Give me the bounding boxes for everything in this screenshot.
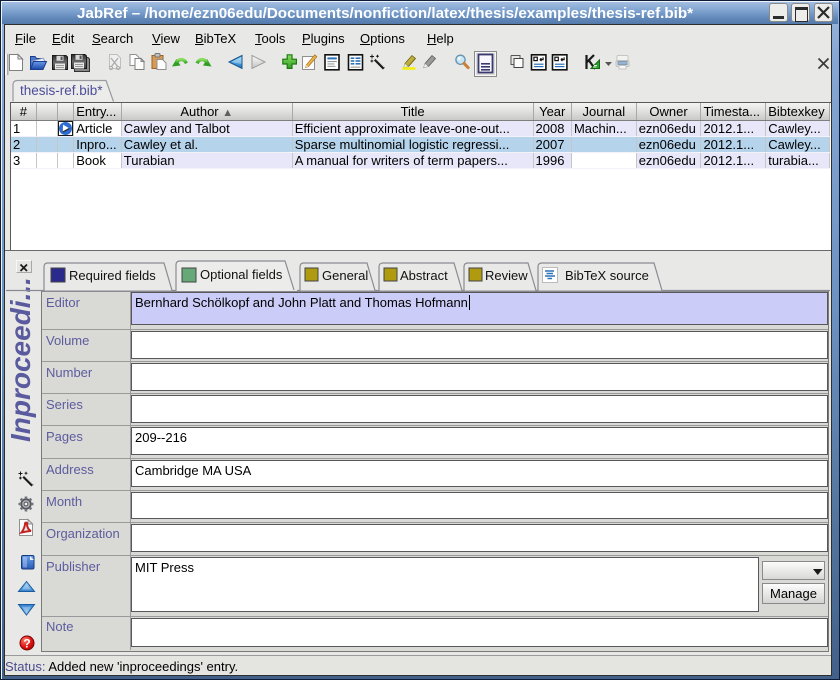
svg-text:?: ? xyxy=(23,637,30,651)
